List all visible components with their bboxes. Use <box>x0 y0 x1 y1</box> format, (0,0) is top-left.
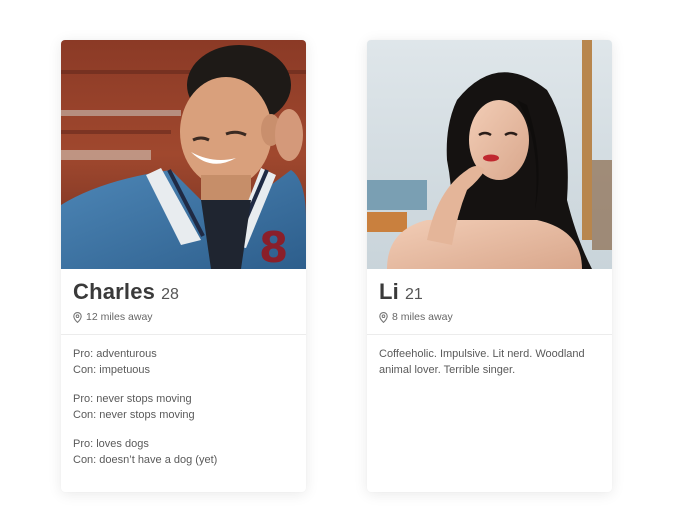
profile-cards-stage: 8 Charles 28 12 miles away Pro: adventur… <box>0 0 673 532</box>
pro-con-pair: Pro: loves dogs Con: doesn’t have a dog … <box>73 437 294 468</box>
distance-row: 8 miles away <box>379 311 600 323</box>
location-pin-icon <box>379 311 388 323</box>
pro-text: Pro: loves dogs <box>73 438 149 450</box>
profile-info-li: Li 21 8 miles away <box>367 269 612 335</box>
profile-photo-li <box>367 40 612 269</box>
con-text: Con: doesn’t have a dog (yet) <box>73 453 218 466</box>
profile-info-charles: Charles 28 12 miles away <box>61 269 306 335</box>
con-text: Con: never stops moving <box>73 408 195 421</box>
distance-row: 12 miles away <box>73 311 294 323</box>
profile-bio-li: Coffeeholic. Impulsive. Lit nerd. Woodla… <box>367 335 612 378</box>
pro-con-pair: Pro: never stops moving Con: never stops… <box>73 392 294 423</box>
location-pin-icon <box>73 311 82 323</box>
pro-text: Pro: adventurous <box>73 348 157 360</box>
profile-age: 28 <box>161 286 179 303</box>
con-text: Con: impetuous <box>73 363 151 376</box>
profile-photo-charles: 8 <box>61 40 306 269</box>
bio-text: Coffeeholic. Impulsive. Lit nerd. Woodla… <box>379 348 585 376</box>
profile-distance: 8 miles away <box>392 311 453 323</box>
name-row: Charles 28 <box>73 279 294 305</box>
profile-name: Li <box>379 279 399 304</box>
portrait-photo-icon <box>367 40 612 269</box>
pro-text: Pro: never stops moving <box>73 393 192 405</box>
name-row: Li 21 <box>379 279 600 305</box>
profile-age: 21 <box>404 286 423 303</box>
profile-card-charles[interactable]: 8 Charles 28 12 miles away Pro: adventur… <box>61 40 306 492</box>
profile-bio-charles: Pro: adventurous Con: impetuous Pro: nev… <box>61 335 306 468</box>
profile-distance: 12 miles away <box>86 311 153 323</box>
profile-name: Charles <box>73 279 156 304</box>
svg-text:8: 8 <box>259 223 288 269</box>
profile-card-li[interactable]: Li 21 8 miles away Coffeeholic. Impulsiv… <box>367 40 612 492</box>
portrait-photo-icon: 8 <box>61 40 306 269</box>
pro-con-pair: Pro: adventurous Con: impetuous <box>73 347 294 378</box>
